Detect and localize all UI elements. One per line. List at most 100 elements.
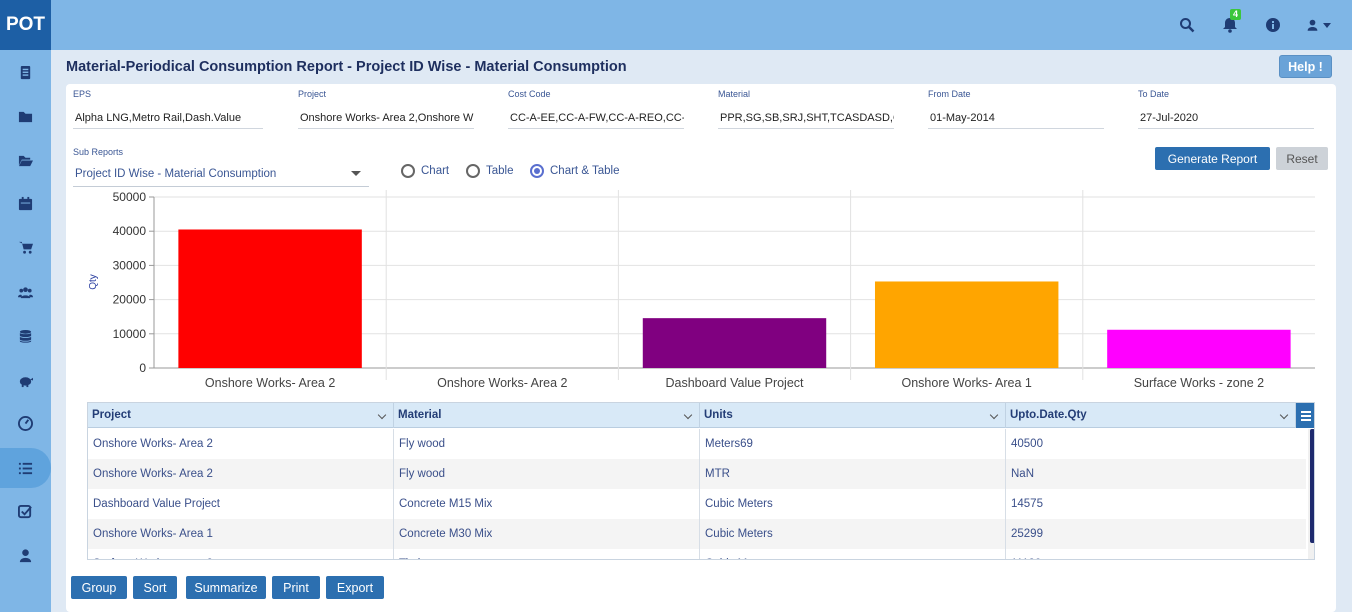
sidebar-item-cart[interactable] — [0, 227, 51, 267]
to-date-label: To Date — [1138, 89, 1170, 99]
x-tick-label: Surface Works - zone 2 — [1134, 376, 1264, 390]
x-tick-label: Onshore Works- Area 2 — [437, 376, 567, 390]
bar — [178, 229, 362, 368]
dashboard-icon — [18, 415, 33, 431]
radio-chart[interactable]: Chart — [401, 164, 449, 178]
column-menu-button[interactable] — [1296, 403, 1314, 428]
sidebar-item-reports[interactable] — [0, 52, 51, 92]
radio-table[interactable]: Table — [466, 164, 514, 178]
cell-qty: 14575 — [1011, 498, 1043, 510]
column-header-project[interactable]: Project — [88, 403, 394, 428]
cell-project: Onshore Works- Area 2 — [88, 459, 394, 489]
table-row[interactable]: Surface Works - zone 2 Timber Cubic Mete… — [88, 549, 1306, 559]
user-menu-button[interactable] — [1306, 17, 1331, 33]
y-tick-label: 20000 — [113, 293, 147, 307]
sidebar-item-users[interactable] — [0, 272, 51, 312]
y-tick-label: 30000 — [113, 258, 147, 272]
cart-icon — [18, 241, 33, 254]
cell-units: MTR — [700, 459, 1006, 489]
eps-label: EPS — [73, 89, 92, 99]
table-row[interactable]: Onshore Works- Area 2 Fly wood Meters69 … — [88, 429, 1306, 459]
scrollbar-thumb[interactable] — [1310, 429, 1314, 543]
material-field[interactable]: PPR,SG,SB,SRJ,SHT,TCASDASD,OFC — [718, 107, 894, 129]
project-label: Project — [298, 89, 327, 99]
cell-material: Fly wood — [394, 459, 700, 489]
sort-button[interactable]: Sort — [133, 576, 177, 599]
chevron-down-icon[interactable] — [683, 410, 693, 420]
column-header-units[interactable]: Units — [700, 403, 1006, 428]
column-header-label: Upto.Date.Qty — [1010, 409, 1087, 421]
app-logo[interactable]: POT — [0, 0, 51, 50]
cell-qty: NaN — [1011, 468, 1035, 480]
radio-circle — [401, 164, 415, 178]
project-field[interactable]: Onshore Works- Area 2,Onshore W — [298, 107, 474, 129]
cell-project: Surface Works - zone 2 — [88, 549, 394, 559]
sub-reports-select[interactable]: Project ID Wise - Material Consumption — [73, 163, 369, 187]
bar — [642, 318, 827, 368]
search-button[interactable] — [1179, 17, 1195, 33]
piggy-bank-icon — [19, 376, 33, 387]
info-icon — [1266, 18, 1280, 32]
generate-report-button[interactable]: Generate Report — [1155, 147, 1270, 170]
cell-units: Meters69 — [700, 429, 1006, 459]
column-header-material[interactable]: Material — [394, 403, 700, 428]
chevron-down-icon[interactable] — [377, 410, 387, 420]
sidebar-item-database[interactable] — [0, 316, 51, 356]
group-button[interactable]: Group — [71, 576, 127, 599]
print-button[interactable]: Print — [272, 576, 320, 599]
cell-project: Onshore Works- Area 1 — [88, 519, 394, 549]
notifications-button[interactable]: 4 — [1222, 9, 1242, 33]
x-tick-label: Onshore Works- Area 2 — [205, 376, 335, 390]
database-icon — [19, 329, 32, 343]
y-tick-label: 50000 — [113, 190, 147, 204]
radio-chart-label: Chart — [421, 165, 450, 177]
menu-icon — [1301, 410, 1311, 413]
sidebar-item-list[interactable] — [0, 448, 51, 488]
sidebar-item-folder[interactable] — [0, 96, 51, 136]
list-icon — [18, 462, 33, 474]
data-grid: Project Material Units Upto.Date.Qty Ons… — [87, 402, 1315, 560]
page-title: Material-Periodical Consumption Report -… — [66, 59, 627, 75]
info-button[interactable] — [1265, 17, 1281, 33]
to-date-field[interactable]: 27-Jul-2020 — [1138, 107, 1314, 129]
cell-units: Cubic Meters — [700, 519, 1006, 549]
sidebar-item-calendar[interactable] — [0, 183, 51, 223]
sidebar-item-budget[interactable] — [0, 360, 51, 400]
column-header-upto-date-qty[interactable]: Upto.Date.Qty — [1006, 403, 1296, 428]
x-tick-label: Onshore Works- Area 1 — [902, 376, 1032, 390]
chevron-down-icon — [1323, 23, 1331, 28]
chevron-down-icon[interactable] — [989, 410, 999, 420]
notification-badge: 4 — [1230, 9, 1242, 20]
from-date-field[interactable]: 01-May-2014 — [928, 107, 1104, 129]
cost-code-field[interactable]: CC-A-EE,CC-A-FW,CC-A-REO,CC-A-C — [508, 107, 684, 129]
radio-chart-and-table[interactable]: Chart & Table — [530, 164, 619, 178]
summarize-button[interactable]: Summarize — [186, 576, 266, 599]
table-row[interactable]: Onshore Works- Area 1 Concrete M30 Mix C… — [88, 519, 1306, 549]
radio-chart-and-table-label: Chart & Table — [550, 165, 620, 177]
user-icon — [19, 548, 32, 562]
radio-circle — [466, 164, 480, 178]
bar — [1107, 329, 1291, 368]
sidebar-item-open-folder[interactable] — [0, 140, 51, 180]
reset-button[interactable]: Reset — [1276, 147, 1328, 170]
column-header-label: Project — [92, 409, 131, 421]
export-button[interactable]: Export — [326, 576, 384, 599]
sidebar-item-profile[interactable] — [0, 535, 51, 575]
cell-material: Concrete M30 Mix — [394, 519, 700, 549]
from-date-label: From Date — [928, 89, 971, 99]
table-row[interactable]: Onshore Works- Area 2 Fly wood MTR NaN — [88, 459, 1306, 489]
chevron-down-icon — [351, 171, 361, 176]
eps-field[interactable]: Alpha LNG,Metro Rail,Dash.Value — [73, 107, 263, 129]
table-row[interactable]: Dashboard Value Project Concrete M15 Mix… — [88, 489, 1306, 519]
cell-qty: 11180 — [1006, 549, 1306, 559]
grid-header: Project Material Units Upto.Date.Qty — [88, 403, 1314, 428]
sidebar-item-dashboard[interactable] — [0, 403, 51, 443]
report-icon — [20, 65, 31, 79]
help-button[interactable]: Help ! — [1279, 55, 1332, 78]
cell-material: Fly wood — [394, 429, 700, 459]
column-header-label: Units — [704, 409, 733, 421]
chevron-down-icon[interactable] — [1279, 410, 1289, 420]
cell-units: Cubic Meters — [700, 549, 1006, 559]
sidebar-item-tasks[interactable] — [0, 491, 51, 531]
users-icon — [18, 286, 33, 298]
